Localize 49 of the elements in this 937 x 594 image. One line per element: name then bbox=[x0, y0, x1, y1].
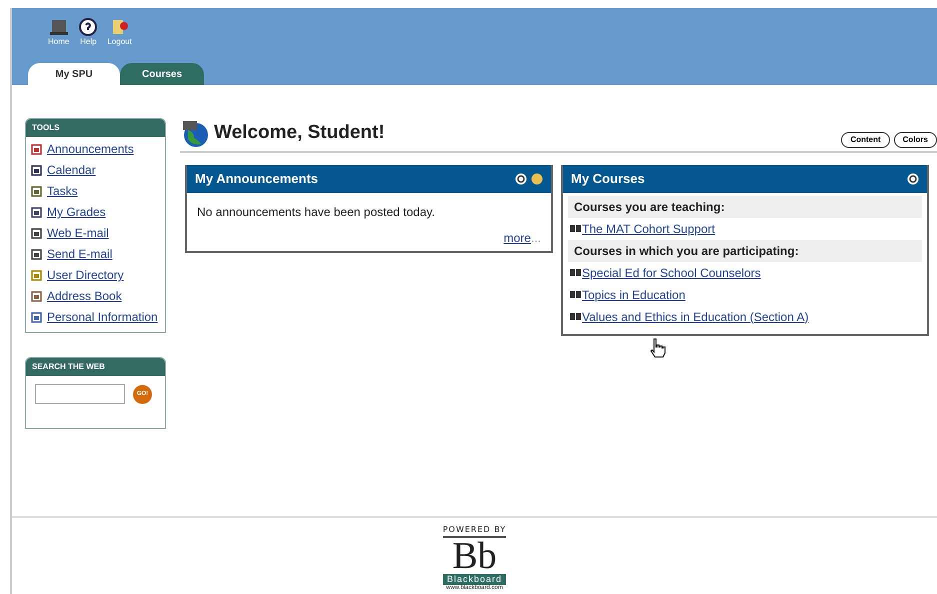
tool-link[interactable]: Send E-mail bbox=[47, 245, 112, 264]
more-link[interactable]: more bbox=[504, 230, 531, 244]
tool-link[interactable]: Personal Information bbox=[47, 308, 158, 327]
ellipsis-text: ... bbox=[530, 230, 541, 244]
tool-link[interactable]: Address Book bbox=[47, 287, 122, 306]
tool-icon bbox=[31, 312, 42, 323]
group-heading: Courses you are teaching: bbox=[568, 196, 922, 218]
course-icon bbox=[570, 268, 582, 277]
tool-link[interactable]: Tasks bbox=[47, 182, 78, 201]
tool-icon bbox=[31, 291, 42, 302]
tool-icon bbox=[31, 186, 42, 197]
link-icon bbox=[110, 18, 129, 36]
course-icon bbox=[570, 312, 582, 321]
panel-title: TOOLS bbox=[26, 119, 165, 137]
tool-icon bbox=[31, 165, 42, 176]
page-title: Welcome, Student! bbox=[214, 120, 385, 145]
logo-name: Blackboard bbox=[442, 574, 506, 585]
tool-link[interactable]: Web E-mail bbox=[47, 224, 109, 243]
search-field[interactable] bbox=[35, 384, 125, 404]
hand-cursor-icon bbox=[650, 338, 666, 358]
link-icon bbox=[79, 18, 98, 36]
tool-icon bbox=[31, 207, 42, 218]
page-option-button[interactable]: Content bbox=[841, 132, 890, 148]
tool-icon bbox=[31, 144, 42, 155]
tool-link[interactable]: Calendar bbox=[47, 161, 96, 180]
panel-title: SEARCH THE WEB bbox=[26, 358, 165, 376]
tab[interactable]: Courses bbox=[120, 63, 204, 85]
logo-letters: Bb bbox=[452, 538, 497, 574]
tool-link[interactable]: User Directory bbox=[47, 266, 124, 285]
powered-by-text: POWERED BY bbox=[442, 524, 506, 538]
course-link[interactable]: Values and Ethics in Education (Section A) bbox=[582, 308, 809, 326]
panel-title: My Announcements bbox=[195, 170, 318, 188]
tab[interactable]: My SPU bbox=[28, 63, 120, 85]
tool-icon bbox=[31, 270, 42, 281]
tool-link[interactable]: Announcements bbox=[47, 140, 134, 159]
group-heading: Courses in which you are participating: bbox=[568, 240, 922, 262]
tool-icon bbox=[31, 228, 42, 239]
page-option-button[interactable]: Colors bbox=[894, 132, 937, 148]
tool-icon bbox=[31, 249, 42, 260]
tool-link[interactable]: My Grades bbox=[47, 203, 106, 222]
panel-title: My Courses bbox=[571, 170, 645, 188]
course-icon bbox=[570, 290, 582, 299]
course-link[interactable]: Special Ed for School Counselors bbox=[582, 264, 761, 282]
globe-icon bbox=[180, 118, 210, 148]
link-icon bbox=[50, 18, 68, 36]
course-icon bbox=[570, 224, 582, 233]
course-link[interactable]: Topics in Education bbox=[582, 286, 686, 304]
message-text: No announcements have been posted today. bbox=[197, 204, 436, 220]
course-link[interactable]: The MAT Cohort Support bbox=[582, 220, 715, 238]
